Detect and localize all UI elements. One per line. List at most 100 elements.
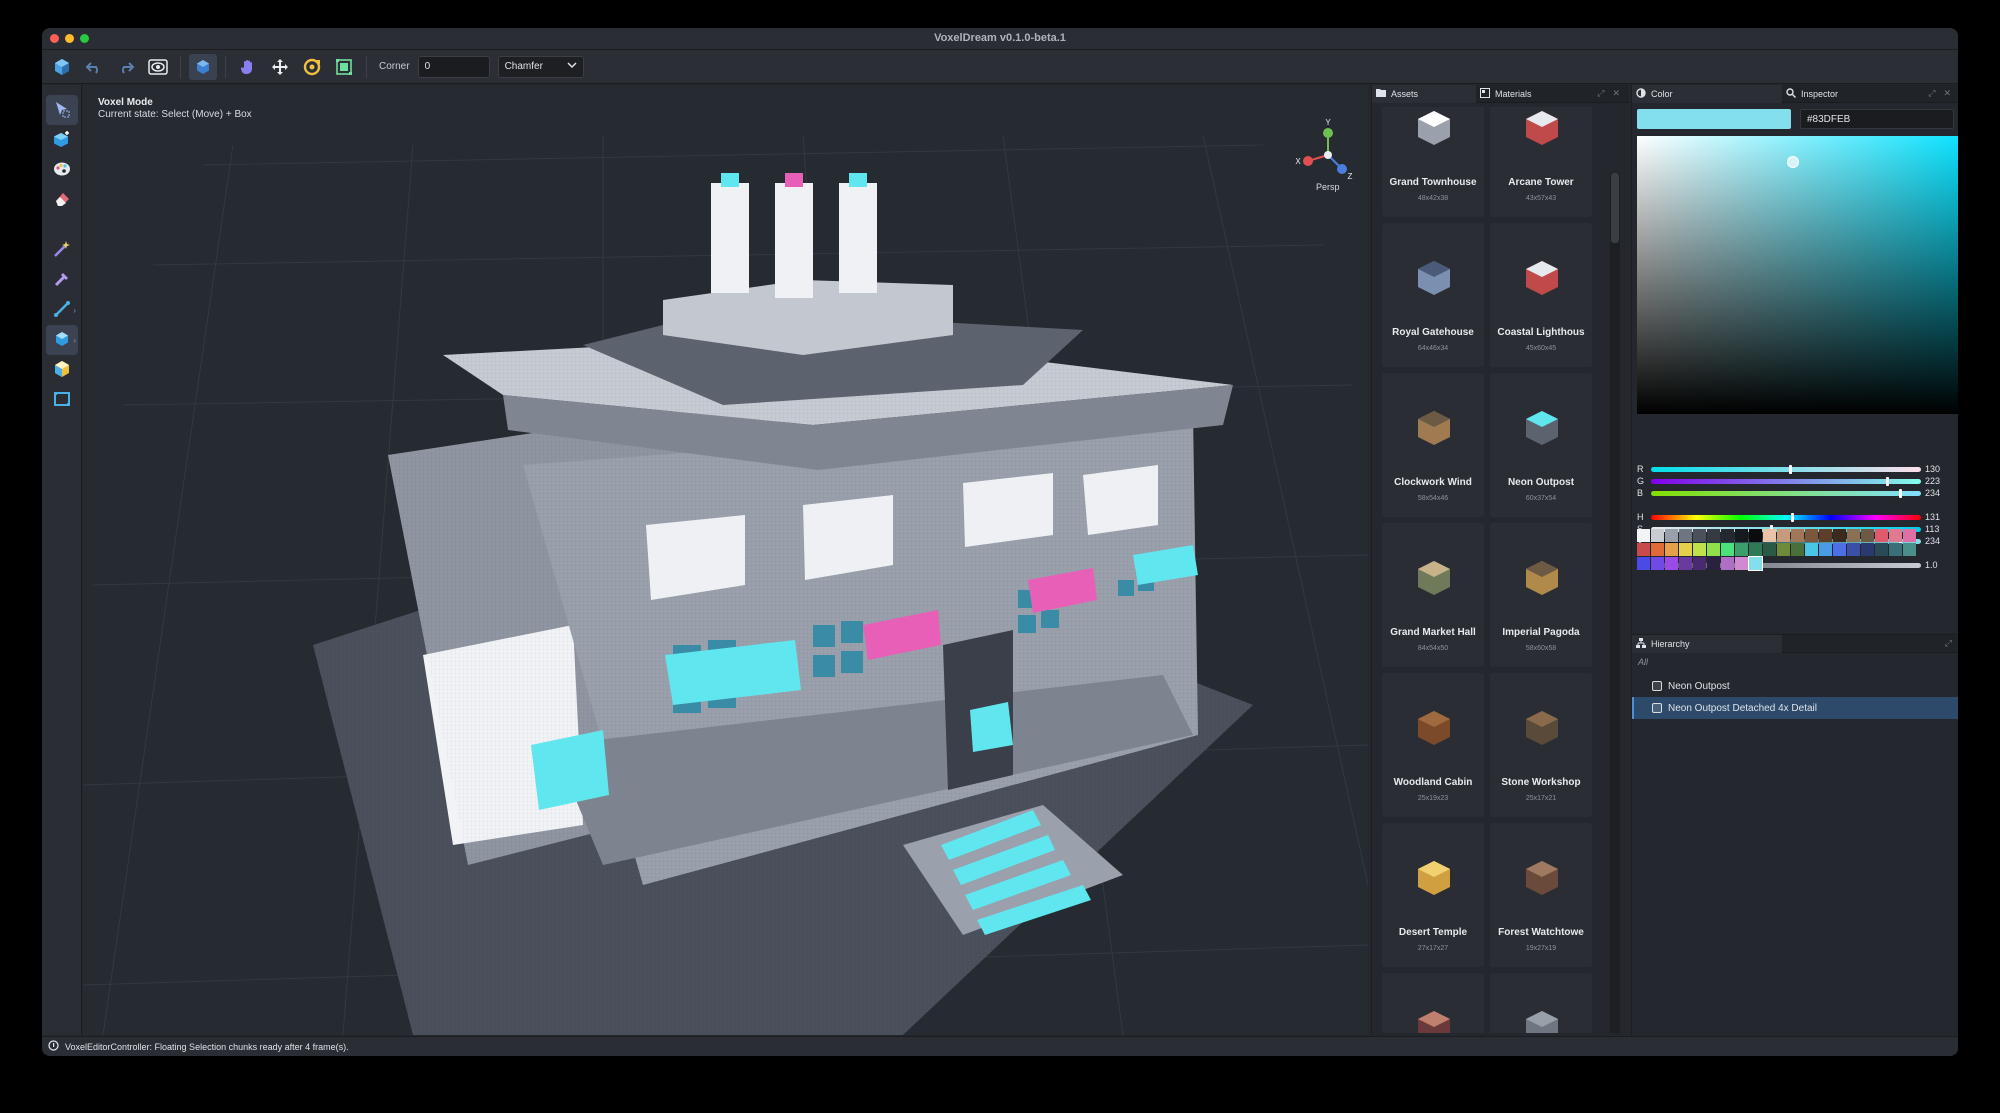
palette-swatch[interactable] bbox=[1693, 557, 1706, 570]
palette-swatch[interactable] bbox=[1721, 529, 1734, 542]
close-icon[interactable]: ✕ bbox=[1943, 88, 1951, 99]
box-tool-button[interactable]: › bbox=[46, 325, 78, 355]
palette-swatch[interactable] bbox=[1819, 529, 1832, 542]
app-logo-icon[interactable] bbox=[48, 54, 76, 80]
hierarchy-filter[interactable]: All bbox=[1638, 657, 1648, 667]
slider-h[interactable]: H 131 bbox=[1637, 512, 1953, 524]
slider-track[interactable] bbox=[1651, 465, 1921, 474]
voxel-scene[interactable]: Y X Z bbox=[83, 85, 1368, 1035]
paint-tool-button[interactable] bbox=[46, 155, 78, 185]
scale-icon[interactable] bbox=[330, 54, 358, 80]
palette-swatch[interactable] bbox=[1847, 529, 1860, 542]
pan-hand-icon[interactable] bbox=[234, 54, 262, 80]
asset-card[interactable]: Neon Outpost 60x37x54 bbox=[1490, 373, 1592, 517]
asset-card[interactable]: Coastal Lighthous 45x60x45 bbox=[1490, 223, 1592, 367]
slider-handle[interactable] bbox=[1885, 477, 1889, 486]
palette-swatch[interactable] bbox=[1665, 543, 1678, 556]
palette-swatch[interactable] bbox=[1665, 557, 1678, 570]
asset-card[interactable]: Desert Temple 27x17x27 bbox=[1382, 823, 1484, 967]
asset-card[interactable]: Grand Townhouse 48x42x38 bbox=[1382, 107, 1484, 217]
move-arrows-icon[interactable] bbox=[266, 54, 294, 80]
expand-icon[interactable]: ⤢ bbox=[1945, 638, 1952, 649]
orientation-gizmo[interactable]: Y X Z bbox=[1295, 118, 1352, 181]
palette-swatch[interactable] bbox=[1833, 543, 1846, 556]
palette-swatch[interactable] bbox=[1889, 543, 1902, 556]
asset-card[interactable]: Arcane Tower 43x57x43 bbox=[1490, 107, 1592, 217]
asset-card[interactable]: Grand Market Hall 84x54x50 bbox=[1382, 523, 1484, 667]
palette-swatch[interactable] bbox=[1707, 529, 1720, 542]
palette-swatch[interactable] bbox=[1693, 543, 1706, 556]
expand-icon[interactable]: ⤢ bbox=[1597, 88, 1604, 99]
hex-color-input[interactable]: #83DFEB bbox=[1800, 109, 1954, 129]
palette-swatch[interactable] bbox=[1889, 529, 1902, 542]
palette-swatch[interactable] bbox=[1861, 543, 1874, 556]
hierarchy-item[interactable]: Neon Outpost bbox=[1632, 675, 1958, 697]
saturation-value-field[interactable] bbox=[1637, 136, 1958, 414]
asset-scrollbar-thumb[interactable] bbox=[1611, 173, 1619, 243]
palette-swatch[interactable] bbox=[1875, 543, 1888, 556]
palette-swatch[interactable] bbox=[1749, 529, 1762, 542]
palette-swatch[interactable] bbox=[1679, 557, 1692, 570]
palette-swatch[interactable] bbox=[1763, 529, 1776, 542]
palette-swatch[interactable] bbox=[1637, 557, 1650, 570]
fill-tool-button[interactable] bbox=[46, 355, 78, 385]
tab-inspector[interactable]: Inspector ⤢ ✕ bbox=[1782, 85, 1957, 103]
palette-swatch[interactable] bbox=[1777, 529, 1790, 542]
asset-card[interactable]: Clockwork Wind 58x54x46 bbox=[1382, 373, 1484, 517]
eyedropper-tool-button[interactable] bbox=[46, 265, 78, 295]
palette-swatch[interactable] bbox=[1637, 543, 1650, 556]
slider-r[interactable]: R 130 bbox=[1637, 464, 1953, 476]
palette-swatch[interactable] bbox=[1819, 543, 1832, 556]
slider-handle[interactable] bbox=[1791, 513, 1795, 522]
asset-card[interactable]: Royal Gatehouse 64x46x34 bbox=[1382, 223, 1484, 367]
palette-swatch[interactable] bbox=[1805, 543, 1818, 556]
corner-input[interactable]: 0 bbox=[417, 55, 490, 78]
palette-swatch[interactable] bbox=[1791, 543, 1804, 556]
expand-icon[interactable]: ⤢ bbox=[1928, 88, 1935, 99]
3d-viewport[interactable]: Y X Z Voxel Mode Current state: Select (… bbox=[83, 85, 1368, 1035]
palette-swatch[interactable] bbox=[1903, 543, 1916, 556]
palette-swatch[interactable] bbox=[1735, 557, 1748, 570]
rotate-icon[interactable] bbox=[298, 54, 326, 80]
asset-card[interactable]: Woodland Cabin 25x19x23 bbox=[1382, 673, 1484, 817]
erase-tool-button[interactable] bbox=[46, 185, 78, 215]
view-eye-icon[interactable] bbox=[144, 54, 172, 80]
select-tool-button[interactable] bbox=[46, 95, 78, 125]
palette-swatch[interactable] bbox=[1679, 543, 1692, 556]
palette-swatch[interactable] bbox=[1735, 543, 1748, 556]
slider-handle[interactable] bbox=[1899, 489, 1903, 498]
palette-swatch[interactable] bbox=[1791, 529, 1804, 542]
slider-track[interactable] bbox=[1651, 513, 1921, 522]
projection-toggle[interactable]: Persp bbox=[1316, 182, 1340, 192]
palette-swatch[interactable] bbox=[1651, 557, 1664, 570]
palette-swatch[interactable] bbox=[1707, 557, 1720, 570]
tab-materials[interactable]: Materials ⤢ ✕ bbox=[1476, 85, 1626, 103]
asset-card[interactable]: Imperial Pagoda 58x60x58 bbox=[1490, 523, 1592, 667]
palette-swatch[interactable] bbox=[1665, 529, 1678, 542]
voxel-mode-icon[interactable] bbox=[189, 53, 217, 80]
palette-swatch[interactable] bbox=[1651, 543, 1664, 556]
palette-swatch[interactable] bbox=[1721, 557, 1734, 570]
palette-swatch[interactable] bbox=[1735, 529, 1748, 542]
palette-swatch[interactable] bbox=[1637, 529, 1650, 542]
palette-swatch[interactable] bbox=[1861, 529, 1874, 542]
palette-swatch[interactable] bbox=[1651, 529, 1664, 542]
palette-swatch[interactable] bbox=[1748, 556, 1763, 571]
palette-swatch[interactable] bbox=[1875, 529, 1888, 542]
palette-swatch[interactable] bbox=[1693, 529, 1706, 542]
palette-swatch[interactable] bbox=[1777, 543, 1790, 556]
palette-swatch[interactable] bbox=[1847, 543, 1860, 556]
palette-swatch[interactable] bbox=[1721, 543, 1734, 556]
magic-wand-tool-button[interactable] bbox=[46, 235, 78, 265]
asset-scrollbar[interactable] bbox=[1610, 173, 1620, 1033]
undo-icon[interactable] bbox=[80, 54, 108, 80]
color-picker-handle[interactable] bbox=[1787, 156, 1799, 168]
current-color-swatch[interactable] bbox=[1637, 109, 1791, 129]
close-icon[interactable]: ✕ bbox=[1612, 88, 1620, 99]
tab-color[interactable]: Color bbox=[1632, 84, 1782, 103]
slider-track[interactable] bbox=[1651, 489, 1921, 498]
palette-swatch[interactable] bbox=[1805, 529, 1818, 542]
slider-g[interactable]: G 223 bbox=[1637, 476, 1953, 488]
palette-swatch[interactable] bbox=[1763, 543, 1776, 556]
asset-card[interactable]: Forest Watchtowe 19x27x19 bbox=[1490, 823, 1592, 967]
